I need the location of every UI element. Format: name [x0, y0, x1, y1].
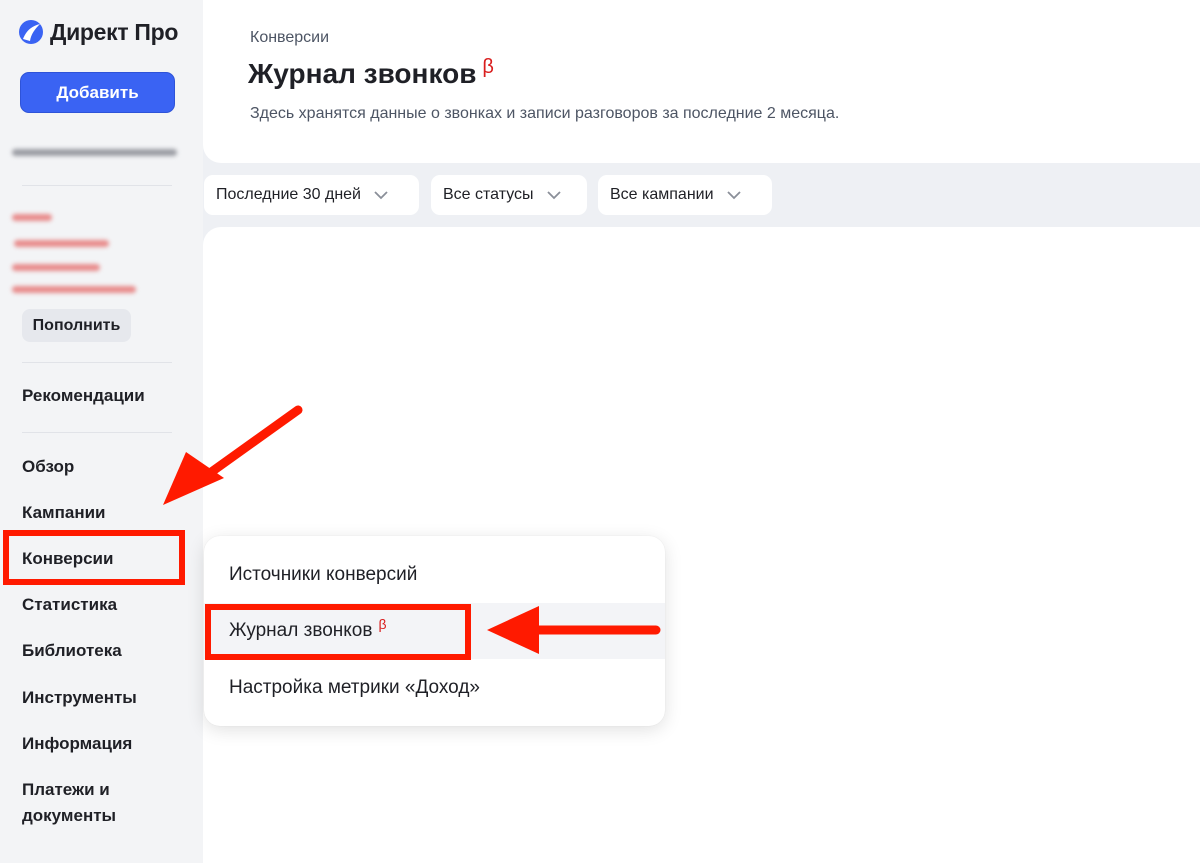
annotation-arrow-icon	[487, 606, 661, 654]
